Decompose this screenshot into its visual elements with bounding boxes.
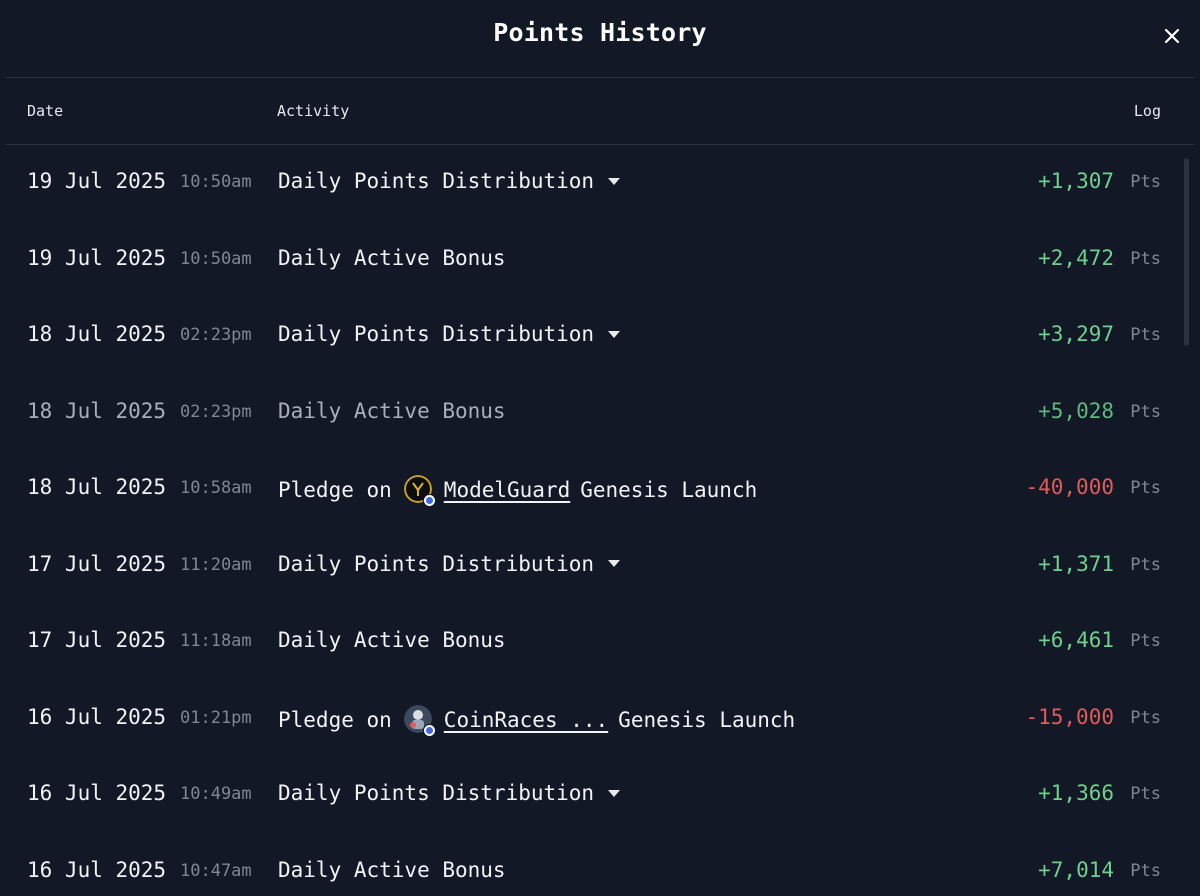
row-activity: Daily Active Bonus [278, 858, 506, 882]
close-icon [1164, 28, 1180, 44]
row-amount: +3,297 [1038, 322, 1114, 346]
row-time: 02:23pm [180, 325, 252, 345]
row-date: 17 Jul 2025 [27, 551, 167, 576]
activity-label: Daily Active Bonus [278, 245, 506, 270]
row-amount: +5,028 [1038, 398, 1114, 423]
activity-prefix: Pledge on [278, 707, 392, 732]
activity-label: Daily Active Bonus [278, 628, 506, 652]
close-button[interactable] [1158, 22, 1186, 50]
row-amount: +6,461 [1038, 628, 1114, 652]
row-amount: +1,366 [1038, 781, 1114, 805]
column-header-log: Log [1133, 102, 1161, 120]
row-date: 16 Jul 2025 [27, 704, 167, 729]
row-amount: -15,000 [1025, 704, 1114, 729]
modal-header: Points History [6, 0, 1194, 78]
row-time: 10:47am [180, 860, 252, 881]
row-unit: Pts [1130, 860, 1161, 881]
table-row: 18 Jul 2025 02:23pm Daily Active Bonus +5,0… [0, 375, 1200, 452]
activity-label: Daily Points Distribution [278, 551, 595, 576]
row-time: 02:23pm [180, 401, 252, 422]
table-row: 19 Jul 2025 10:50am Daily Points Distribut… [0, 145, 1200, 222]
row-time: 10:50am [180, 248, 252, 269]
row-date: 18 Jul 2025 [27, 322, 167, 346]
row-activity: Daily Active Bonus [278, 399, 506, 423]
row-time: 10:50am [180, 172, 252, 192]
row-activity: Daily Points Distribution [278, 781, 621, 805]
row-amount: +7,014 [1038, 857, 1114, 882]
row-time: 10:58am [180, 478, 252, 498]
modal-title: Points History [493, 18, 707, 47]
row-amount: +2,472 [1038, 245, 1114, 270]
scrollbar[interactable] [1184, 158, 1189, 346]
activity-suffix: Genesis Launch [580, 478, 758, 502]
row-date: 19 Jul 2025 [27, 245, 167, 270]
activity-label: Daily Points Distribution [278, 781, 595, 805]
row-unit: Pts [1130, 401, 1161, 422]
row-unit: Pts [1130, 325, 1161, 345]
history-list: 19 Jul 2025 10:50am Daily Points Distribut… [0, 145, 1200, 896]
activity-label: Daily Active Bonus [278, 398, 506, 423]
row-activity: Pledge on ModelGuard Genesis Launch [278, 475, 758, 507]
table-row: 16 Jul 2025 10:47am Daily Active Bonus +7,0… [0, 834, 1200, 896]
activity-label: Daily Points Distribution [278, 322, 595, 346]
row-activity: Pledge on CoinRaces ... Genesis Launch [278, 704, 796, 737]
points-history-modal: Points History Date Activity Log 19 Jul … [0, 0, 1200, 896]
activity-suffix: Genesis Launch [618, 707, 796, 732]
row-date: 19 Jul 2025 [27, 169, 167, 193]
row-date: 18 Jul 2025 [27, 475, 167, 499]
row-unit: Pts [1130, 248, 1161, 269]
row-time: 10:49am [180, 784, 252, 804]
row-date: 16 Jul 2025 [27, 857, 167, 882]
table-row: 16 Jul 2025 01:21pm Pledge on CoinRaces ...… [0, 681, 1200, 758]
activity-label: Daily Active Bonus [278, 857, 506, 882]
table-row: 16 Jul 2025 10:49am Daily Points Distribut… [0, 757, 1200, 834]
token-link[interactable]: CoinRaces ... [444, 708, 608, 732]
chevron-down-icon[interactable] [608, 789, 621, 797]
row-unit: Pts [1130, 784, 1161, 804]
row-date: 16 Jul 2025 [27, 781, 167, 805]
table-row: 18 Jul 2025 10:58am Pledge on ModelGuard Gen… [0, 451, 1200, 528]
row-unit: Pts [1130, 478, 1161, 498]
activity-label: Daily Points Distribution [278, 169, 595, 193]
row-amount: +1,371 [1038, 551, 1114, 576]
row-amount: -40,000 [1025, 475, 1114, 499]
row-unit: Pts [1130, 554, 1161, 575]
chevron-down-icon[interactable] [608, 177, 621, 185]
row-activity: Daily Active Bonus [278, 246, 506, 270]
token-link[interactable]: ModelGuard [444, 478, 570, 502]
column-header-activity: Activity [277, 102, 350, 120]
column-header-date: Date [27, 102, 64, 120]
table-row: 19 Jul 2025 10:50am Daily Active Bonus +2,4… [0, 222, 1200, 299]
verified-badge-icon [422, 494, 436, 507]
row-unit: Pts [1130, 707, 1161, 728]
table-row: 17 Jul 2025 11:20am Daily Points Distribut… [0, 528, 1200, 605]
activity-prefix: Pledge on [278, 478, 392, 502]
row-activity: Daily Points Distribution [278, 322, 621, 346]
row-activity: Daily Points Distribution [278, 551, 621, 576]
row-time: 11:20am [180, 554, 252, 575]
table-header: Date Activity Log [6, 78, 1194, 145]
row-activity: Daily Points Distribution [278, 169, 621, 193]
row-activity: Daily Active Bonus [278, 628, 506, 652]
row-unit: Pts [1130, 172, 1161, 192]
table-row: 18 Jul 2025 02:23pm Daily Points Distribut… [0, 298, 1200, 375]
table-row: 17 Jul 2025 11:18am Daily Active Bonus +6,4… [0, 604, 1200, 681]
row-unit: Pts [1130, 631, 1161, 651]
row-amount: +1,307 [1038, 169, 1114, 193]
verified-badge-icon [422, 723, 436, 737]
row-date: 17 Jul 2025 [27, 628, 167, 652]
row-time: 01:21pm [180, 707, 252, 728]
coinraces-avatar-icon [403, 704, 436, 737]
modelguard-avatar-icon [403, 475, 436, 507]
row-time: 11:18am [180, 631, 252, 651]
chevron-down-icon[interactable] [608, 330, 621, 338]
row-date: 18 Jul 2025 [27, 398, 167, 423]
chevron-down-icon[interactable] [608, 560, 621, 567]
